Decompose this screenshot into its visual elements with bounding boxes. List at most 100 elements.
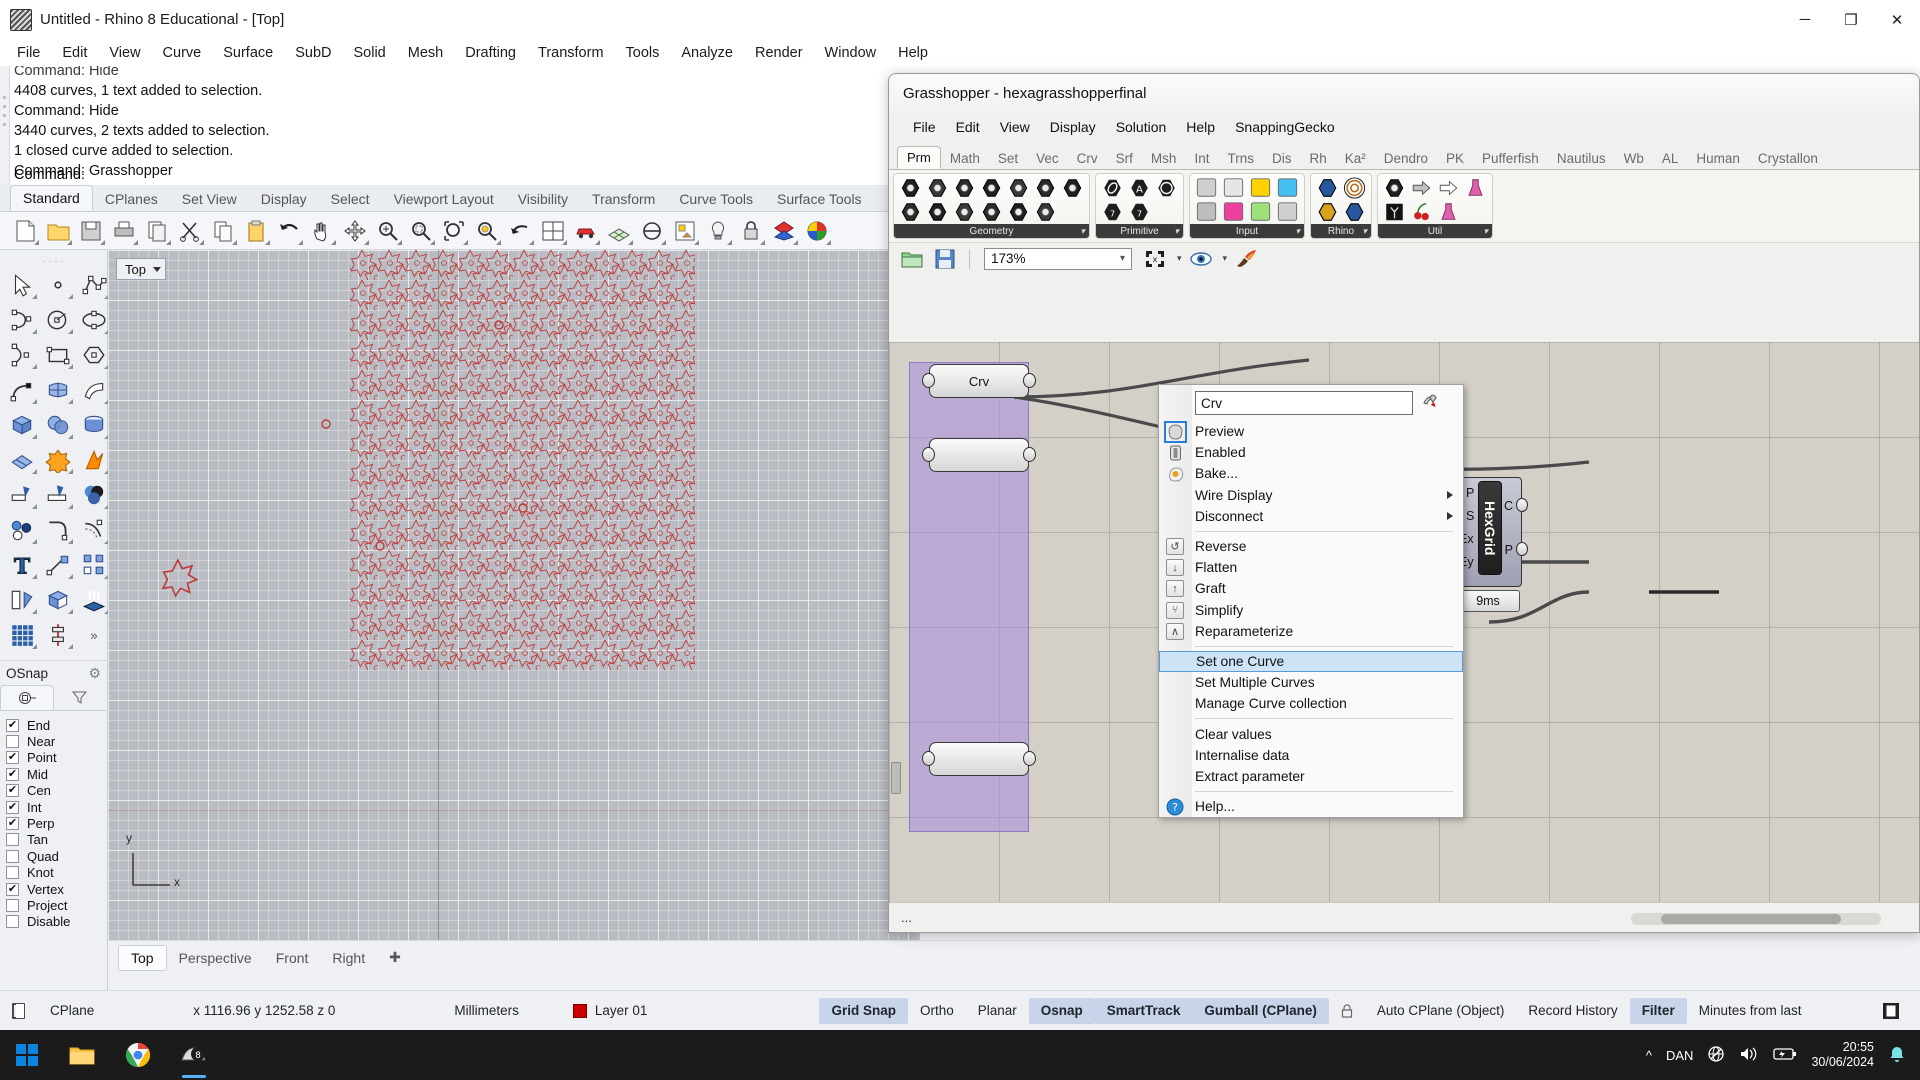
context-menu-item-flatten[interactable]: ↓ Flatten <box>1159 557 1463 578</box>
flask-icon[interactable] <box>1462 176 1489 200</box>
array-grid-icon[interactable] <box>5 618 39 651</box>
network-offline-icon[interactable] <box>1707 1045 1725 1066</box>
osnap-row-cen[interactable]: ✔ Cen <box>6 783 107 799</box>
gh-tab-trns[interactable]: Trns <box>1218 148 1263 169</box>
checkbox[interactable]: ✔ <box>6 882 19 896</box>
output-port[interactable] <box>1023 373 1036 388</box>
toolbar-tab-display[interactable]: Display <box>249 187 319 211</box>
arrow-right-icon[interactable] <box>1408 176 1435 200</box>
chevron-down-icon[interactable]: ▾ <box>1483 226 1488 237</box>
toolbar-tab-cplanes[interactable]: CPlanes <box>93 187 170 211</box>
explode-icon[interactable] <box>77 443 111 476</box>
copy-icon[interactable] <box>208 216 238 246</box>
viewport-tab-add[interactable]: ✚ <box>377 945 413 970</box>
gh-menu-item-solution[interactable]: Solution <box>1106 117 1177 137</box>
preview-dropdown-arrow[interactable]: ▾ <box>1223 253 1228 264</box>
osnap-row-tan[interactable]: Tan <box>6 832 107 848</box>
toolbar-tab-standard[interactable]: Standard <box>10 185 93 211</box>
input-port[interactable] <box>922 373 935 388</box>
output-port[interactable] <box>1023 751 1036 766</box>
paintbrush-icon[interactable] <box>1231 244 1261 274</box>
context-menu-item-extract-parameter[interactable]: Extract parameter <box>1159 766 1463 787</box>
shade-icon[interactable] <box>637 216 667 246</box>
language-indicator[interactable]: DAN <box>1666 1048 1693 1063</box>
complex-icon[interactable] <box>1153 176 1180 200</box>
param-capsule-2[interactable] <box>922 438 1036 472</box>
gh-tab-prm[interactable]: Prm <box>897 146 941 169</box>
checkbox[interactable]: ✔ <box>6 767 19 781</box>
more-tools-icon[interactable]: » <box>77 618 111 651</box>
gh-tab-dis[interactable]: Dis <box>1263 148 1301 169</box>
surface-sweep-icon[interactable] <box>77 373 111 406</box>
knob-icon[interactable] <box>1247 200 1274 224</box>
analysis-icon[interactable] <box>41 618 75 651</box>
surface-tools-icon[interactable] <box>5 443 39 476</box>
select-arrow-icon[interactable] <box>5 268 39 301</box>
param-capsule-3[interactable] <box>922 742 1036 776</box>
palette-grip[interactable]: ···· <box>2 256 107 268</box>
boolean-icon[interactable] <box>1099 176 1126 200</box>
filter-toggle[interactable]: Filter <box>1629 997 1687 1024</box>
checkbox[interactable]: ✔ <box>6 718 19 732</box>
status-toggle-osnap[interactable]: Osnap <box>1028 997 1095 1024</box>
menu-item-help[interactable]: Help <box>887 43 939 63</box>
geometry-pipeline-icon[interactable] <box>1314 176 1341 200</box>
zoom-level-select[interactable]: 173% ▾ <box>984 247 1132 270</box>
circle-array-icon[interactable] <box>5 513 39 546</box>
checkbox[interactable] <box>6 866 19 880</box>
file-explorer-icon[interactable] <box>54 1030 110 1080</box>
grid-icon[interactable] <box>604 216 634 246</box>
zoom-selected-icon[interactable] <box>472 216 502 246</box>
colour-swatch-icon[interactable] <box>1220 200 1247 224</box>
input-port[interactable] <box>922 751 935 766</box>
chevron-down-icon[interactable]: ▾ <box>1080 226 1085 237</box>
osnap-tab-osnap[interactable] <box>0 685 54 710</box>
menu-item-window[interactable]: Window <box>814 43 888 63</box>
osnap-row-int[interactable]: ✔ Int <box>6 799 107 815</box>
osnap-row-disable[interactable]: Disable <box>6 914 107 930</box>
chevron-down-icon[interactable]: ▾ <box>1362 226 1367 237</box>
menu-item-tools[interactable]: Tools <box>615 43 671 63</box>
geometry-pipe-icon[interactable] <box>1032 200 1059 224</box>
gh-tab-srf[interactable]: Srf <box>1107 148 1142 169</box>
mesh-icon[interactable] <box>951 200 978 224</box>
checkbox[interactable] <box>6 735 19 749</box>
status-toggle-ortho[interactable]: Ortho <box>908 998 966 1024</box>
menu-item-drafting[interactable]: Drafting <box>454 43 527 63</box>
brep-icon[interactable] <box>897 200 924 224</box>
ellipse-icon[interactable] <box>77 303 111 336</box>
gh-tab-rh[interactable]: Rh <box>1300 148 1335 169</box>
open-folder-icon[interactable] <box>43 216 73 246</box>
menu-item-file[interactable]: File <box>6 43 51 63</box>
jar-icon[interactable] <box>1435 200 1462 224</box>
move-icon[interactable] <box>340 216 370 246</box>
context-menu-item-help[interactable]: ? Help... <box>1159 796 1463 817</box>
osnap-row-perp[interactable]: ✔ Perp <box>6 815 107 831</box>
input-port[interactable] <box>922 447 935 462</box>
checkbox[interactable] <box>6 833 19 847</box>
status-toggle-planar[interactable]: Planar <box>966 998 1029 1024</box>
gh-menu-item-file[interactable]: File <box>903 117 946 137</box>
output-port-P[interactable] <box>1516 542 1528 556</box>
gradient-icon[interactable] <box>1220 176 1247 200</box>
viewport-label[interactable]: Top <box>116 258 166 280</box>
context-menu-item-preview[interactable]: Preview <box>1159 420 1463 443</box>
output-port[interactable] <box>1023 447 1036 462</box>
context-menu-item-wire-display[interactable]: Wire Display <box>1159 485 1463 506</box>
cplane-toggle-icon[interactable] <box>0 998 38 1024</box>
gh-tab-math[interactable]: Math <box>941 148 989 169</box>
output-port-C[interactable] <box>1516 498 1528 512</box>
viewport-tab-top[interactable]: Top <box>118 944 167 971</box>
layers-icon[interactable] <box>769 216 799 246</box>
menu-item-edit[interactable]: Edit <box>51 43 98 63</box>
arc-icon[interactable] <box>1005 176 1032 200</box>
minimize-button[interactable]: ─ <box>1782 0 1828 40</box>
subd-icon[interactable] <box>978 176 1005 200</box>
units-label[interactable]: Millimeters <box>442 998 531 1024</box>
curve-interp-icon[interactable] <box>5 303 39 336</box>
pan-hand-icon[interactable] <box>307 216 337 246</box>
status-toggle-grid-snap[interactable]: Grid Snap <box>819 997 908 1024</box>
colour-picker-icon[interactable] <box>1274 200 1301 224</box>
horizontal-scrollbar[interactable] <box>1631 913 1881 925</box>
rename-hand-icon[interactable] <box>1421 392 1439 415</box>
